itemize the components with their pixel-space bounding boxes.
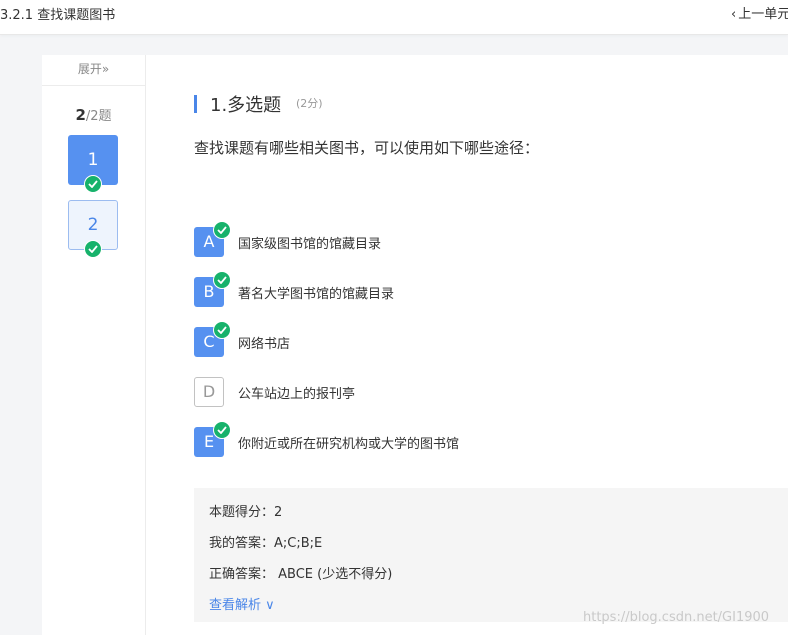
result-panel: 本题得分：2 我的答案：A;C;B;E 正确答案： ABCE (少选不得分) 查… (194, 488, 788, 622)
my-answer-text: 我的答案：A;C;B;E (209, 536, 323, 551)
correct-answer-text: 正确答案： ABCE (少选不得分) (209, 567, 393, 582)
question-score: (2分) (296, 97, 323, 110)
title-accent-bar (194, 95, 197, 113)
question-type: 1.多选题 (210, 95, 282, 116)
question-stem: 查找课题有哪些相关图书，可以使用如下哪些途径： (194, 139, 540, 157)
option-a[interactable]: A 国家级图书馆的馆藏目录 (194, 221, 754, 257)
view-analysis-link[interactable]: 查看解析 ∨ (209, 594, 275, 613)
progress-current: 2 (75, 106, 86, 124)
expand-button[interactable]: 展开» (42, 55, 145, 86)
score-text: 本题得分：2 (209, 505, 283, 520)
check-circle-icon (213, 321, 231, 339)
check-circle-icon (213, 221, 231, 239)
check-circle-icon (84, 175, 102, 193)
check-circle-icon (213, 421, 231, 439)
watermark: https://blog.csdn.net/GI1900 (583, 610, 770, 625)
option-text: 国家级图书馆的馆藏目录 (238, 237, 382, 252)
check-circle-icon (213, 271, 231, 289)
prev-unit-label: 上一单元 (738, 7, 788, 22)
chevron-left-icon: ‹ (731, 7, 737, 22)
progress-counter: 2/2题 (42, 105, 145, 124)
breadcrumb: 3.2.1 查找课题图书 (0, 8, 116, 23)
progress-total: /2题 (85, 109, 112, 124)
prev-unit-link[interactable]: ‹ 上一单元 (731, 3, 788, 22)
check-circle-icon (84, 240, 102, 258)
option-text: 网络书店 (238, 337, 291, 352)
option-c[interactable]: C 网络书店 (194, 321, 754, 357)
option-letter: D (194, 377, 224, 407)
question-panel: 1.多选题 (2分) 查找课题有哪些相关图书，可以使用如下哪些途径： A 国家级… (146, 55, 788, 635)
option-e[interactable]: E 你附近或所在研究机构或大学的图书馆 (194, 421, 754, 457)
option-b[interactable]: B 著名大学图书馆的馆藏目录 (194, 271, 754, 307)
option-text: 你附近或所在研究机构或大学的图书馆 (238, 437, 460, 452)
option-text: 著名大学图书馆的馆藏目录 (238, 287, 395, 302)
top-bar: 3.2.1 查找课题图书 ‹ 上一单元 (0, 0, 788, 35)
question-sidebar: 展开» 2/2题 1 2 (42, 55, 146, 635)
option-d[interactable]: D 公车站边上的报刊亭 (194, 377, 754, 407)
option-text: 公车站边上的报刊亭 (238, 387, 356, 402)
